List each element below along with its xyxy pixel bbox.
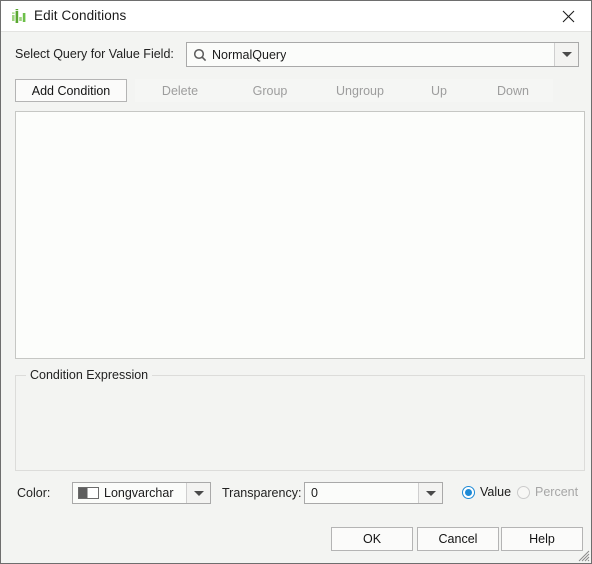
radio-value-label: Value [480, 485, 512, 499]
color-swatch-icon [78, 487, 99, 499]
radio-value[interactable]: Value [462, 485, 511, 499]
edit-conditions-dialog: Edit Conditions Select Query for Value F… [0, 0, 592, 564]
radio-selected-icon [462, 485, 475, 499]
ok-button[interactable]: OK [331, 527, 413, 551]
help-button[interactable]: Help [501, 527, 583, 551]
down-button[interactable]: Down [473, 79, 553, 102]
transparency-value: 0 [311, 486, 318, 500]
query-selected-value: NormalQuery [212, 47, 287, 62]
close-icon[interactable] [545, 1, 591, 31]
condition-expression-label: Condition Expression [26, 368, 153, 382]
color-label: Color: [17, 486, 51, 500]
title-bar: Edit Conditions [1, 1, 591, 32]
chevron-down-icon[interactable] [186, 483, 210, 503]
chevron-down-icon[interactable] [554, 43, 578, 66]
color-combobox[interactable]: Longvarchar [72, 482, 211, 504]
query-combobox[interactable]: NormalQuery [186, 42, 579, 67]
cancel-button[interactable]: Cancel [417, 527, 499, 551]
conditions-list-panel[interactable] [15, 111, 585, 359]
group-button[interactable]: Group [225, 79, 315, 102]
radio-percent[interactable]: Percent [517, 485, 578, 499]
resize-grip-icon[interactable] [574, 546, 590, 562]
transparency-combobox[interactable]: 0 [304, 482, 443, 504]
radio-unselected-icon [517, 485, 530, 499]
delete-button[interactable]: Delete [135, 79, 225, 102]
transparency-label: Transparency: [222, 486, 302, 500]
add-condition-button[interactable]: Add Condition [15, 79, 127, 102]
search-icon [192, 47, 208, 63]
bar-chart-icon [11, 9, 28, 25]
window-title: Edit Conditions [34, 8, 127, 23]
condition-expression-group: Condition Expression [15, 368, 585, 471]
up-button[interactable]: Up [405, 79, 473, 102]
query-field-label: Select Query for Value Field: [15, 47, 174, 61]
color-selected-value: Longvarchar [104, 486, 174, 500]
radio-percent-label: Percent [535, 485, 579, 499]
chevron-down-icon[interactable] [418, 483, 442, 503]
ungroup-button[interactable]: Ungroup [315, 79, 405, 102]
